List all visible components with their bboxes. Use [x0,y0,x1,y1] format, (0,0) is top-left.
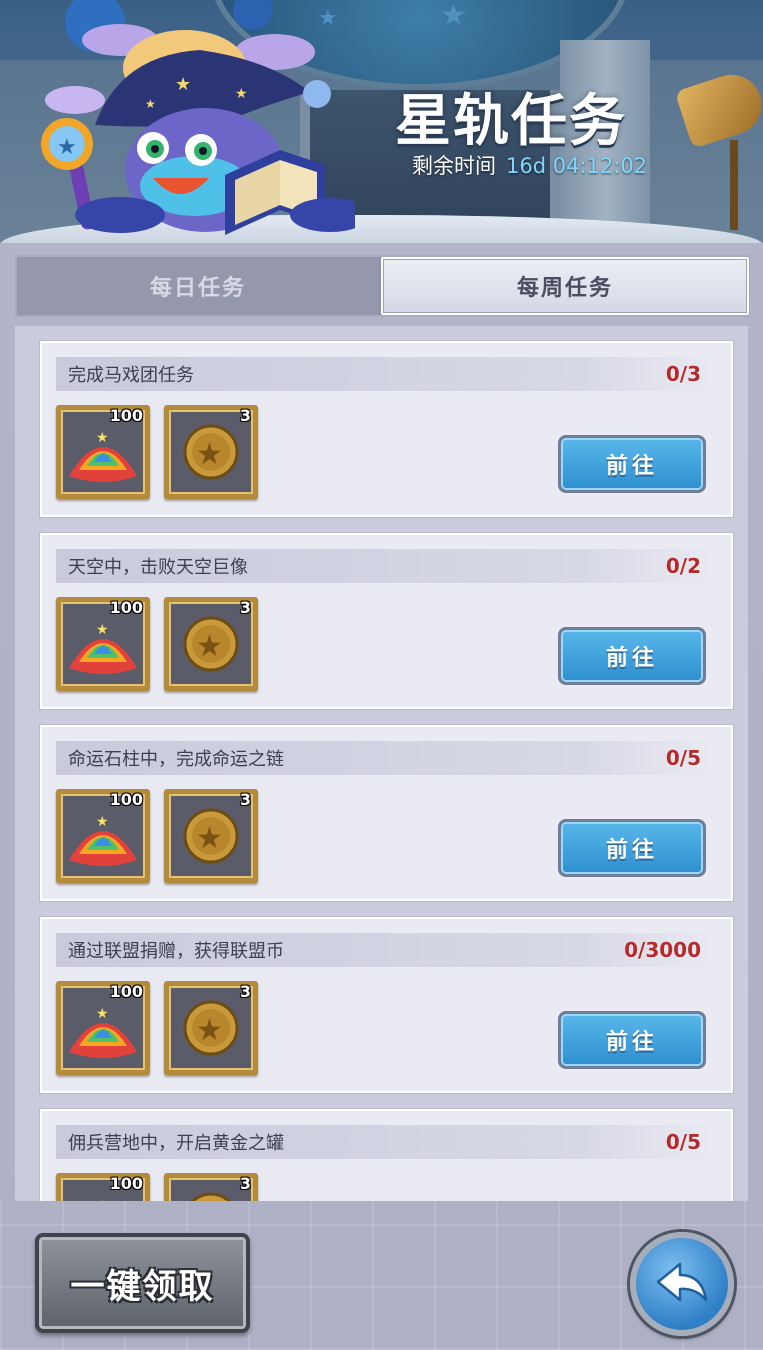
task-title-bar: 完成马戏团任务 0/3 [56,357,717,391]
wizard-mascot-icon: ★ ★ ★ ★ [41,0,355,235]
timer-label: 剩余时间 [412,154,496,178]
svg-text:★: ★ [96,814,109,830]
reward-item[interactable]: ★ 100 [56,597,150,691]
reward-count: 100 [109,982,143,1001]
reward-count: 100 [109,406,143,425]
task-card: 完成马戏团任务 0/3 ★ 100 ★ 3 前往 [40,341,733,517]
svg-text:★: ★ [96,1006,109,1022]
svg-text:★: ★ [175,74,191,95]
task-card: 命运石柱中，完成命运之链 0/5 ★ 100 ★ 3 前往 [40,725,733,901]
back-arrow-icon [656,1262,708,1302]
remaining-time: 剩余时间 16d 04:12:02 [412,150,647,180]
task-title-bar: 佣兵营地中，开启黄金之罐 0/5 [56,1125,717,1159]
task-card: 天空中，击败天空巨像 0/2 ★ 100 ★ 3 前往 [40,533,733,709]
task-list[interactable]: 完成马戏团任务 0/3 ★ 100 ★ 3 前往 天空中，击败天空巨像 0/2 … [15,326,748,1201]
reward-count: 3 [239,982,251,1001]
task-name: 完成马戏团任务 [68,365,194,386]
reward-item[interactable]: ★ 3 [164,789,258,883]
svg-text:★: ★ [196,437,223,472]
svg-text:★: ★ [96,622,109,638]
reward-item[interactable]: ★ 3 [164,405,258,499]
svg-text:★: ★ [96,1198,109,1201]
tab-weekly-tasks[interactable]: 每周任务 [381,257,749,315]
reward-item[interactable]: ★ 100 [56,405,150,499]
reward-count: 3 [239,1174,251,1193]
reward-count: 100 [109,1174,143,1193]
reward-count: 3 [239,790,251,809]
reward-item[interactable]: ★ 3 [164,1173,258,1201]
task-name: 通过联盟捐赠，获得联盟币 [68,941,284,962]
task-progress: 0/5 [665,746,701,770]
svg-text:★: ★ [145,97,156,111]
svg-text:★: ★ [57,135,77,160]
reward-count: 3 [239,598,251,617]
reward-count: 100 [109,598,143,617]
svg-text:★: ★ [196,1013,223,1048]
svg-text:★: ★ [96,430,109,446]
task-name: 佣兵营地中，开启黄金之罐 [68,1133,284,1154]
svg-text:★: ★ [196,629,223,664]
task-title-bar: 通过联盟捐赠，获得联盟币 0/3000 [56,933,717,967]
task-title-bar: 天空中，击败天空巨像 0/2 [56,549,717,583]
task-name: 天空中，击败天空巨像 [68,557,248,578]
task-name: 命运石柱中，完成命运之链 [68,749,284,770]
task-progress: 0/3000 [624,938,701,962]
claim-all-button[interactable]: 一键领取 [35,1233,250,1333]
task-progress: 0/3 [665,362,701,386]
timer-value: 16d 04:12:02 [506,154,648,178]
task-tabs: 每日任务 每周任务 [15,255,750,317]
go-button[interactable]: 前往 [558,1011,706,1069]
svg-text:★: ★ [196,821,223,856]
task-card: 佣兵营地中，开启黄金之罐 0/5 ★ 100 ★ 3 前往 [40,1109,733,1201]
reward-item[interactable]: ★ 100 [56,981,150,1075]
go-button[interactable]: 前往 [558,627,706,685]
task-progress: 0/5 [665,1130,701,1154]
reward-count: 100 [109,790,143,809]
task-title-bar: 命运石柱中，完成命运之链 0/5 [56,741,717,775]
page-title: 星轨任务 [395,89,627,154]
reward-item[interactable]: ★ 100 [56,789,150,883]
go-button[interactable]: 前往 [558,819,706,877]
back-button[interactable] [630,1232,734,1336]
star-icon: ★ [440,0,467,33]
go-button[interactable]: 前往 [558,435,706,493]
reward-item[interactable]: ★ 3 [164,597,258,691]
tab-daily-tasks[interactable]: 每日任务 [17,257,379,315]
task-progress: 0/2 [665,554,701,578]
task-card: 通过联盟捐赠，获得联盟币 0/3000 ★ 100 ★ 3 前往 [40,917,733,1093]
reward-item[interactable]: ★ 3 [164,981,258,1075]
svg-text:★: ★ [235,86,248,102]
telescope-stand [730,140,738,230]
reward-count: 3 [239,406,251,425]
reward-item[interactable]: ★ 100 [56,1173,150,1201]
